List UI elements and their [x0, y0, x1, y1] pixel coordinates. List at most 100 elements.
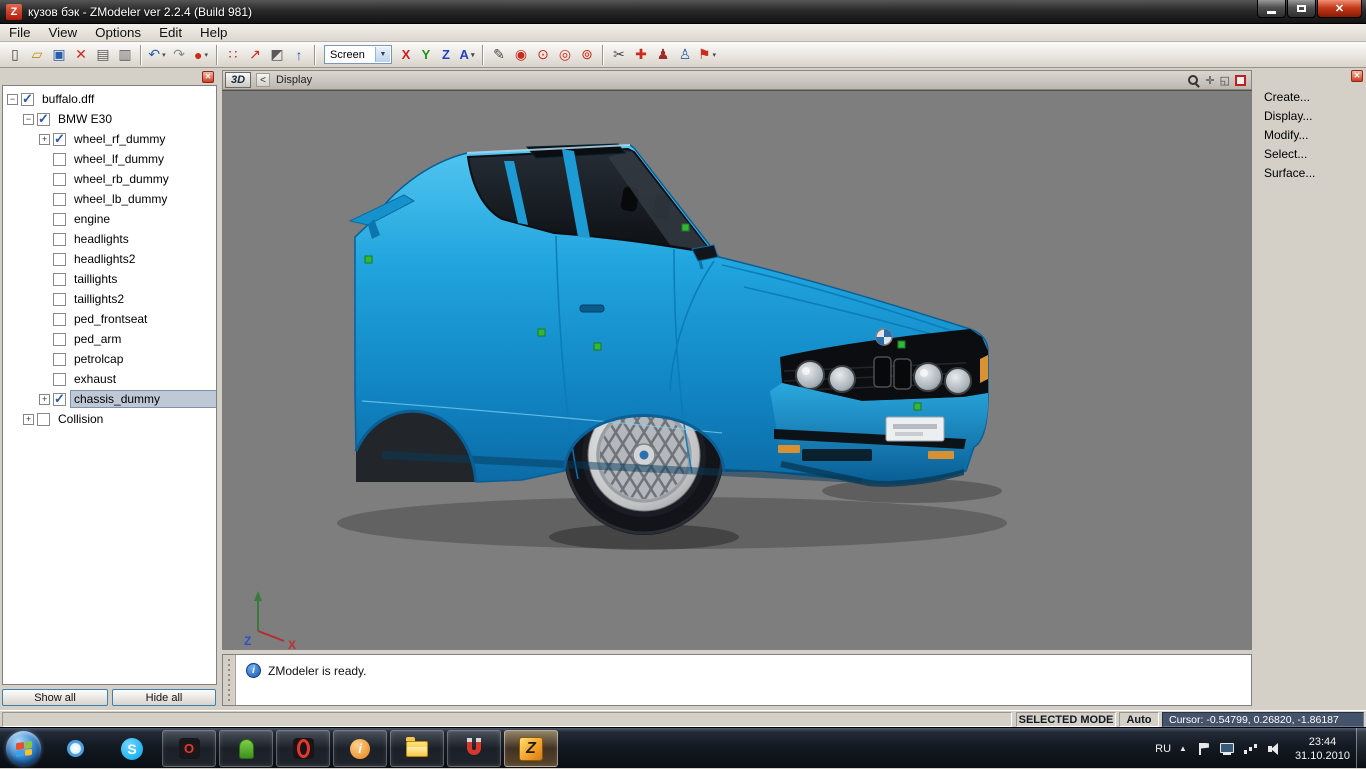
visibility-checkbox[interactable]	[37, 111, 50, 127]
tree-item[interactable]: headlights2	[3, 249, 216, 269]
visibility-checkbox[interactable]	[21, 91, 34, 107]
flag-tool-icon[interactable]: ⚑	[696, 44, 718, 66]
select-ring-icon[interactable]: ⊙	[532, 44, 554, 66]
menu-item[interactable]: Help	[191, 24, 236, 41]
layout-toggle-icon[interactable]	[1235, 74, 1246, 86]
tree-item[interactable]: exhaust	[3, 369, 216, 389]
visibility-checkbox[interactable]	[53, 131, 66, 147]
view-3d-tab[interactable]: 3D	[225, 72, 251, 88]
tree-item[interactable]: Collision	[3, 409, 216, 429]
zoom-icon[interactable]	[1187, 74, 1200, 87]
ped-red-icon[interactable]: ♟	[652, 44, 674, 66]
menu-item[interactable]: Edit	[150, 24, 191, 41]
faces-mode-icon[interactable]: ◩	[266, 44, 288, 66]
tree-item[interactable]: BMW E30	[3, 109, 216, 129]
expand-toggle-icon[interactable]	[23, 413, 34, 425]
tree-item[interactable]: buffalo.dff	[3, 89, 216, 109]
hide-all-button[interactable]: Hide all	[112, 689, 216, 706]
close-button[interactable]: ✕	[1317, 0, 1362, 18]
taskbar-zmodeler-icon[interactable]	[504, 730, 558, 767]
select-lasso-icon[interactable]: ⊚	[576, 44, 598, 66]
right-panel-item[interactable]: Modify...	[1256, 126, 1366, 145]
right-panel-item[interactable]: Select...	[1256, 145, 1366, 164]
tree-item[interactable]: ped_frontseat	[3, 309, 216, 329]
taskbar-media-app-icon[interactable]	[276, 730, 330, 767]
taskbar-opera-icon[interactable]	[162, 730, 216, 767]
menu-item[interactable]: Options	[86, 24, 150, 41]
right-panel-item[interactable]: Create...	[1256, 88, 1366, 107]
visibility-checkbox[interactable]	[53, 172, 66, 186]
cut-tool-icon[interactable]: ✂	[608, 44, 630, 66]
normals-mode-icon[interactable]: ↑	[288, 44, 310, 66]
back-button[interactable]: <	[256, 73, 270, 87]
show-desktop-button[interactable]	[1356, 728, 1366, 768]
visibility-checkbox[interactable]	[53, 252, 66, 266]
tree-item[interactable]: wheel_lf_dummy	[3, 149, 216, 169]
select-circle-icon[interactable]: ◉	[510, 44, 532, 66]
visibility-checkbox[interactable]	[53, 152, 66, 166]
visibility-checkbox[interactable]	[53, 212, 66, 226]
start-button[interactable]	[6, 731, 41, 766]
ped-blue-icon[interactable]: ♙	[674, 44, 696, 66]
expand-toggle-icon[interactable]	[23, 113, 34, 125]
delete-icon[interactable]: ✕	[70, 44, 92, 66]
axis-x-button[interactable]: X	[396, 45, 416, 65]
screen-mode-select[interactable]: Screen ▼	[324, 45, 392, 64]
tree-item[interactable]: wheel_rb_dummy	[3, 169, 216, 189]
open-folder-icon[interactable]: ▱	[26, 44, 48, 66]
visibility-checkbox[interactable]	[53, 272, 66, 286]
maximize-view-icon[interactable]: ◱	[1220, 74, 1230, 87]
panel-close-icon[interactable]: ✕	[1351, 70, 1363, 82]
taskbar-skype-icon[interactable]	[105, 730, 159, 767]
axis-z-button[interactable]: Z	[436, 45, 456, 65]
right-panel-item[interactable]: Surface...	[1256, 164, 1366, 183]
pan-icon[interactable]: ✛	[1205, 74, 1214, 87]
menu-item[interactable]: View	[39, 24, 86, 41]
tree-item[interactable]: wheel_rf_dummy	[3, 129, 216, 149]
vertices-mode-icon[interactable]: ∷	[222, 44, 244, 66]
taskbar-browser-icon[interactable]	[48, 730, 102, 767]
taskbar-magnet-app-icon[interactable]	[447, 730, 501, 767]
show-all-button[interactable]: Show all	[2, 689, 108, 706]
action-center-icon[interactable]	[1195, 741, 1211, 757]
tree-item[interactable]: taillights2	[3, 289, 216, 309]
menu-item[interactable]: File	[0, 24, 39, 41]
pen-tool-icon[interactable]: ✎	[488, 44, 510, 66]
visibility-checkbox[interactable]	[53, 391, 66, 407]
edges-mode-icon[interactable]: ↗	[244, 44, 266, 66]
tree-item[interactable]: engine	[3, 209, 216, 229]
redo-icon[interactable]: ↷	[168, 44, 190, 66]
axis-y-button[interactable]: Y	[416, 45, 436, 65]
maximize-button[interactable]	[1287, 0, 1316, 18]
visibility-checkbox[interactable]	[37, 412, 50, 426]
save-icon[interactable]: ▣	[48, 44, 70, 66]
network-tray-icon[interactable]	[1243, 741, 1259, 757]
taskbar-info-app-icon[interactable]	[333, 730, 387, 767]
clock[interactable]: 23:44 31.10.2010	[1291, 735, 1354, 763]
volume-tray-icon[interactable]	[1267, 741, 1283, 757]
minimize-button[interactable]	[1257, 0, 1286, 18]
tray-expand-icon[interactable]: ▲	[1179, 744, 1187, 753]
tree-item[interactable]: petrolcap	[3, 349, 216, 369]
visibility-checkbox[interactable]	[53, 332, 66, 346]
import-icon[interactable]: ▤	[92, 44, 114, 66]
language-indicator[interactable]: RU	[1155, 743, 1171, 755]
tree-item[interactable]: chassis_dummy	[3, 389, 216, 409]
visibility-checkbox[interactable]	[53, 192, 66, 206]
visibility-checkbox[interactable]	[53, 372, 66, 386]
expand-toggle-icon[interactable]	[39, 393, 50, 405]
taskbar-green-app-icon[interactable]	[219, 730, 273, 767]
expand-toggle-icon[interactable]	[7, 93, 18, 105]
tree-item[interactable]: wheel_lb_dummy	[3, 189, 216, 209]
axis-a-button[interactable]: A	[456, 44, 478, 66]
panel-grip[interactable]	[223, 655, 236, 705]
tree-item[interactable]: headlights	[3, 229, 216, 249]
visibility-checkbox[interactable]	[53, 352, 66, 366]
display-tray-icon[interactable]	[1219, 741, 1235, 757]
weld-tool-icon[interactable]: ✚	[630, 44, 652, 66]
taskbar-explorer-icon[interactable]	[390, 730, 444, 767]
visibility-checkbox[interactable]	[53, 292, 66, 306]
panel-close-icon[interactable]: ✕	[202, 71, 214, 83]
tree-item[interactable]: taillights	[3, 269, 216, 289]
export-icon[interactable]: ▥	[114, 44, 136, 66]
